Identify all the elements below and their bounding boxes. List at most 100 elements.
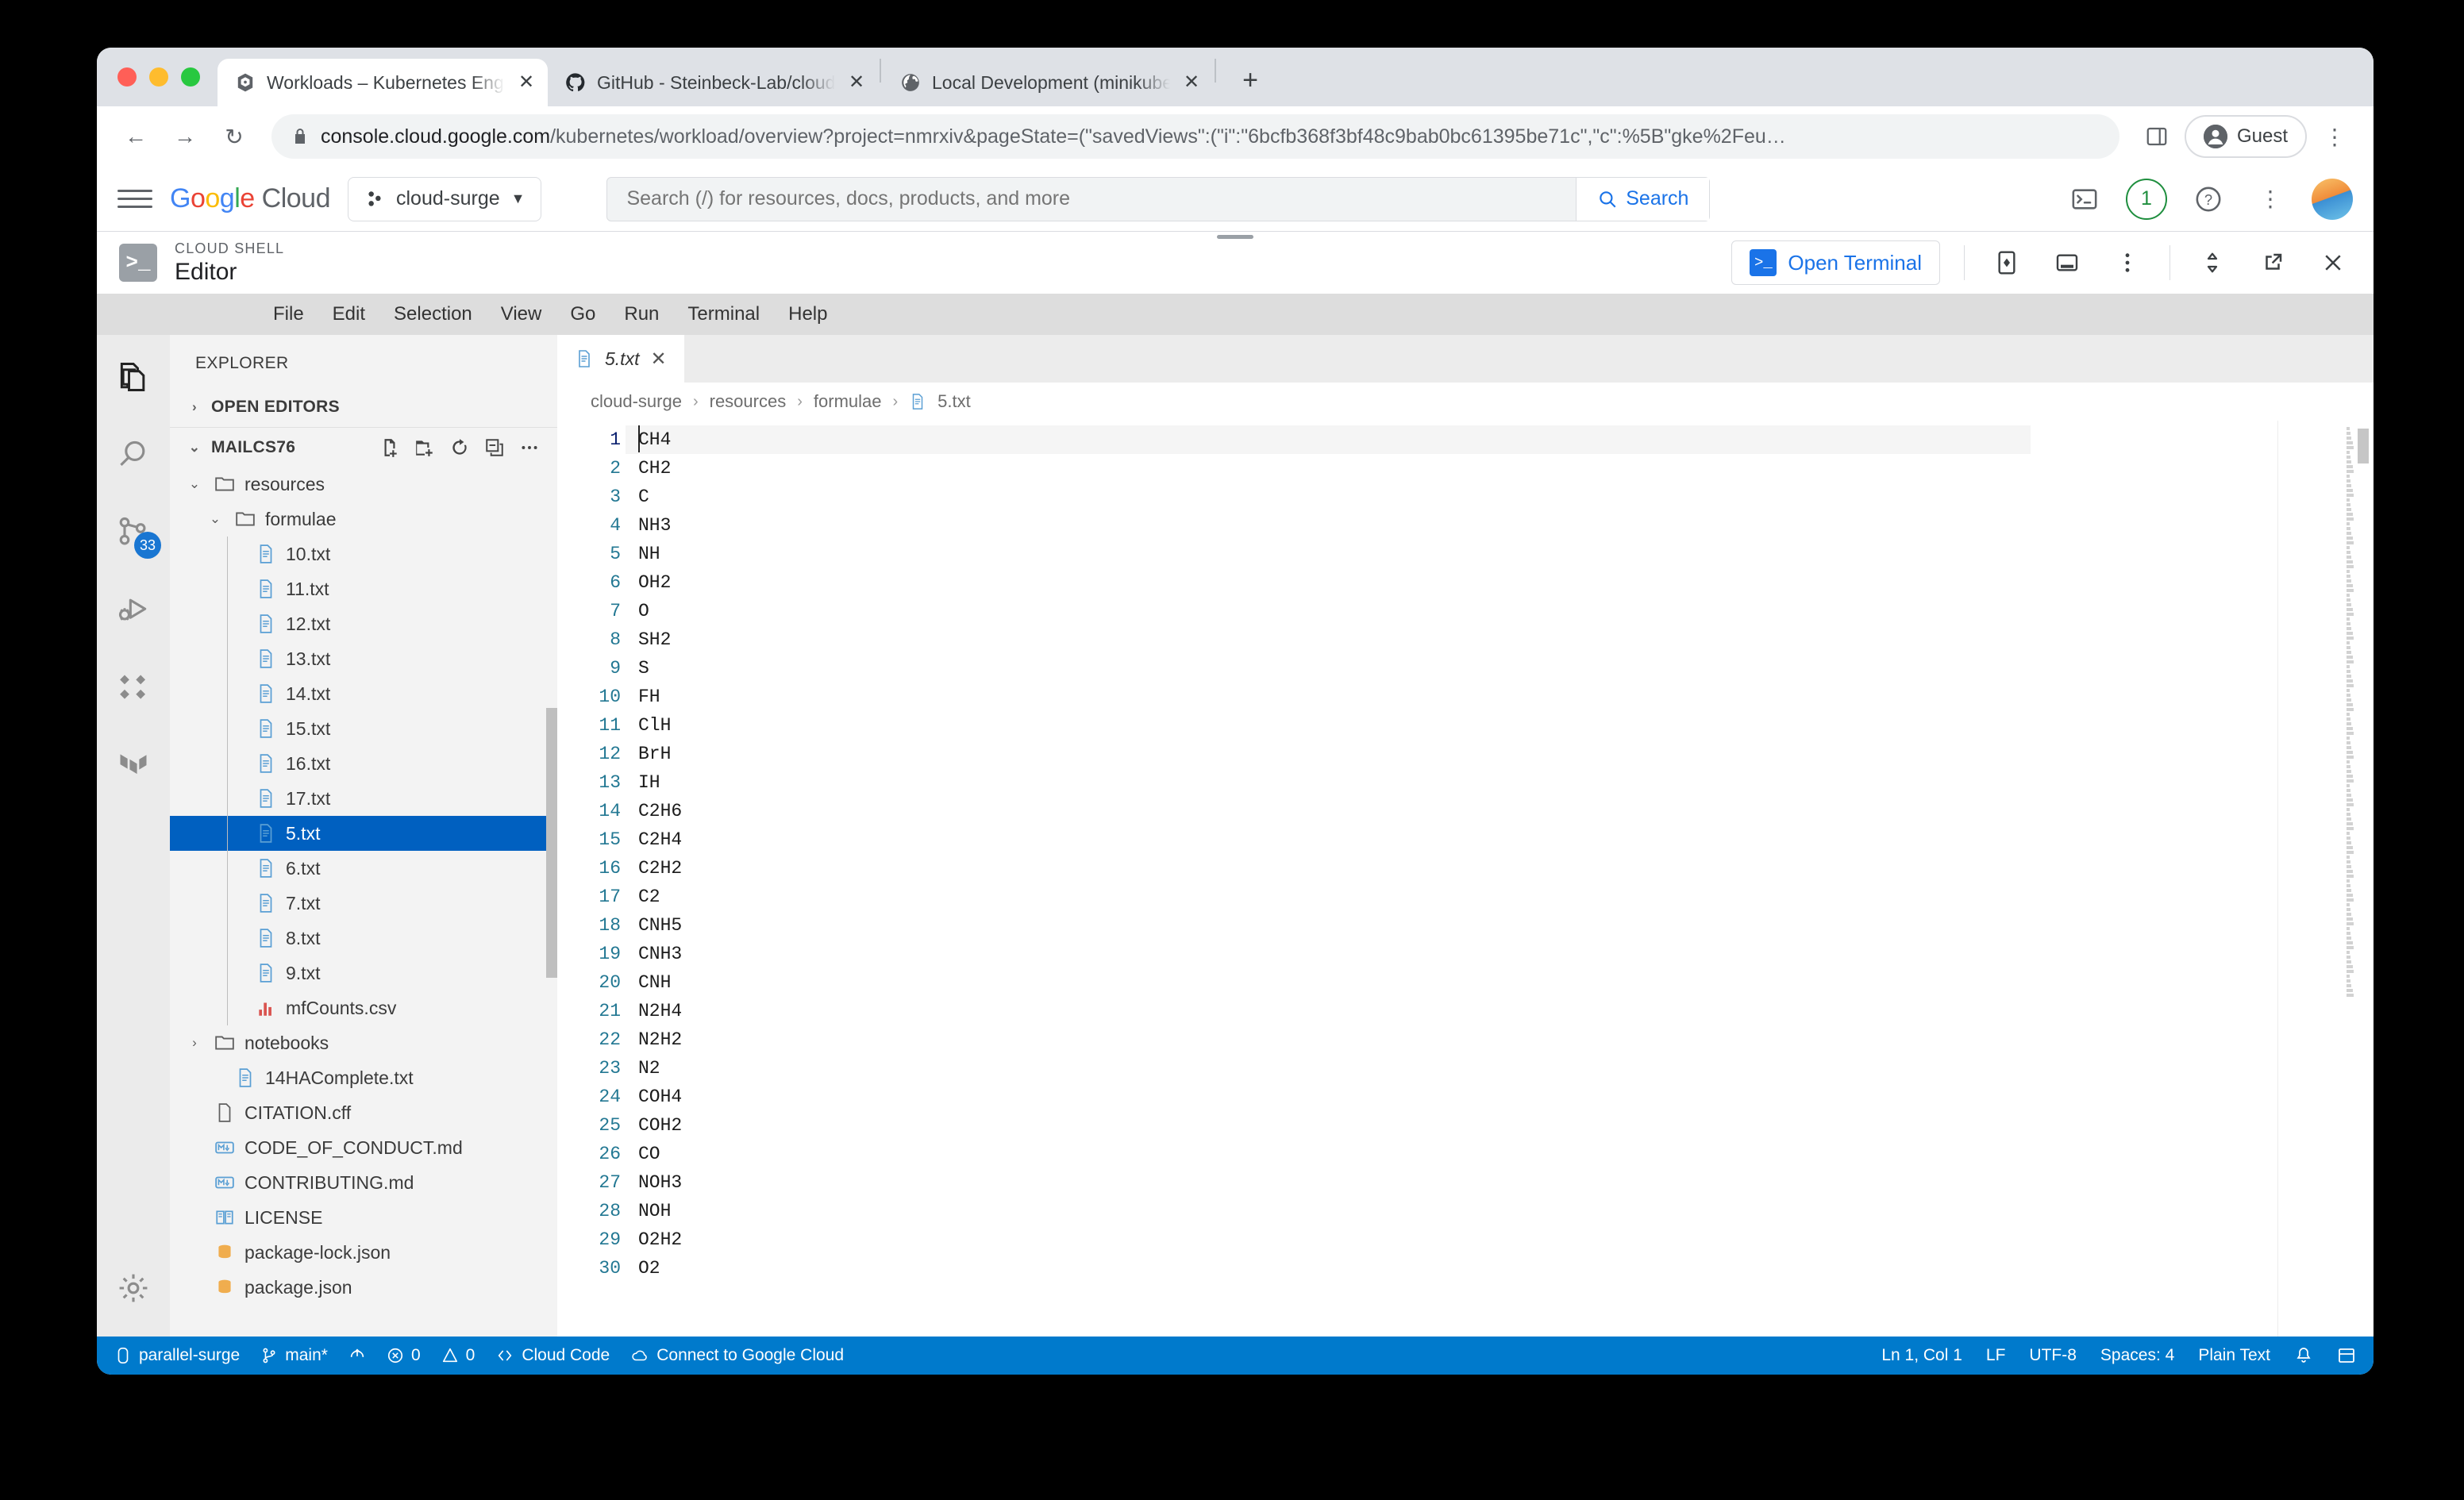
editor-tab-5txt[interactable]: 5.txt ✕ xyxy=(557,335,684,383)
back-button[interactable]: ← xyxy=(114,115,157,158)
code-line[interactable]: BrH xyxy=(626,740,2347,768)
breadcrumb-item-2[interactable]: formulae xyxy=(814,391,882,412)
search-icon[interactable] xyxy=(109,430,158,479)
close-tab-icon[interactable]: ✕ xyxy=(846,73,867,92)
code-line[interactable]: S xyxy=(626,654,2347,683)
maximize-window-button[interactable] xyxy=(181,67,200,87)
navigation-menu-icon[interactable] xyxy=(117,190,152,208)
tree-file[interactable]: package.json xyxy=(170,1270,557,1305)
code-line[interactable]: ClH xyxy=(626,711,2347,740)
tree-file[interactable]: CODE_OF_CONDUCT.md xyxy=(170,1130,557,1165)
status-eol[interactable]: LF xyxy=(1986,1346,2006,1365)
tree-file[interactable]: mfCounts.csv xyxy=(170,990,557,1025)
new-window-icon[interactable] xyxy=(2049,244,2085,281)
menu-edit[interactable]: Edit xyxy=(333,303,365,325)
status-warnings[interactable]: 0 xyxy=(441,1346,475,1365)
code-line[interactable]: O2 xyxy=(626,1254,2347,1283)
code-line[interactable]: CNH3 xyxy=(626,940,2347,968)
tree-file[interactable]: 17.txt xyxy=(170,781,557,816)
tree-file[interactable]: 14.txt xyxy=(170,676,557,711)
close-window-button[interactable] xyxy=(117,67,137,87)
side-panel-icon[interactable] xyxy=(2135,115,2178,158)
browser-tab-0[interactable]: Workloads – Kubernetes Engine ✕ xyxy=(218,59,548,106)
code-line[interactable]: C2 xyxy=(626,883,2347,911)
open-editors-section[interactable]: › OPEN EDITORS xyxy=(170,387,557,427)
status-branch[interactable]: main* xyxy=(260,1346,328,1365)
code-line[interactable]: C2H4 xyxy=(626,825,2347,854)
sidebar-scrollbar[interactable] xyxy=(546,708,557,978)
explorer-icon[interactable] xyxy=(109,352,158,402)
breadcrumb-item-3[interactable]: 5.txt xyxy=(937,391,971,412)
breadcrumb-item-0[interactable]: cloud-surge xyxy=(591,391,682,412)
close-icon[interactable] xyxy=(2315,244,2351,281)
menu-view[interactable]: View xyxy=(501,303,542,325)
code-line[interactable]: FH xyxy=(626,683,2347,711)
address-bar[interactable]: console.cloud.google.com/kubernetes/work… xyxy=(271,114,2119,159)
tree-file[interactable]: 7.txt xyxy=(170,886,557,921)
tree-file[interactable]: 12.txt xyxy=(170,606,557,641)
close-tab-icon[interactable]: ✕ xyxy=(516,73,537,92)
extensions-icon[interactable] xyxy=(109,663,158,713)
tree-folder[interactable]: › notebooks xyxy=(170,1025,557,1060)
terraform-icon[interactable] xyxy=(109,741,158,790)
more-actions-icon[interactable] xyxy=(519,437,540,458)
source-control-icon[interactable]: 33 xyxy=(109,508,161,559)
tree-file[interactable]: 9.txt xyxy=(170,956,557,990)
code-line[interactable]: IH xyxy=(626,768,2347,797)
panel-icon[interactable] xyxy=(2337,1346,2356,1365)
code-line[interactable]: N2H4 xyxy=(626,997,2347,1025)
code-line[interactable]: CH4 xyxy=(626,425,2031,454)
status-cursor-position[interactable]: Ln 1, Col 1 xyxy=(1881,1346,1962,1365)
menu-file[interactable]: File xyxy=(273,303,304,325)
browser-menu-button[interactable]: ⋮ xyxy=(2313,115,2356,158)
tree-file[interactable]: 13.txt xyxy=(170,641,557,676)
status-encoding[interactable]: UTF-8 xyxy=(2029,1346,2077,1365)
code-line[interactable]: COH2 xyxy=(626,1111,2347,1140)
expand-collapse-icon[interactable] xyxy=(2194,244,2231,281)
forward-button[interactable]: → xyxy=(164,115,206,158)
code-line[interactable]: NH3 xyxy=(626,511,2347,540)
new-file-icon[interactable] xyxy=(379,437,400,458)
status-indentation[interactable]: Spaces: 4 xyxy=(2100,1346,2174,1365)
gcp-search-bar[interactable]: Search xyxy=(606,176,1711,221)
open-terminal-button[interactable]: >_ Open Terminal xyxy=(1731,240,1940,285)
menu-help[interactable]: Help xyxy=(788,303,827,325)
settings-gear-icon[interactable] xyxy=(109,1263,158,1313)
close-tab-icon[interactable]: ✕ xyxy=(1181,73,1202,92)
code-line[interactable]: CNH xyxy=(626,968,2347,997)
minimap[interactable] xyxy=(2347,427,2354,1337)
code-editor[interactable]: 1 2 3 4 5 6 7 8 9 10 11 12 13 14 15 16 17 18 19 20 21 22 23 24 2… xyxy=(557,421,2374,1337)
menu-terminal[interactable]: Terminal xyxy=(687,303,760,325)
tree-file[interactable]: 11.txt xyxy=(170,571,557,606)
code-line[interactable]: O xyxy=(626,597,2347,625)
tree-file[interactable]: 5.txt xyxy=(170,816,557,851)
code-line[interactable]: COH4 xyxy=(626,1083,2347,1111)
tree-file[interactable]: package-lock.json xyxy=(170,1235,557,1270)
google-cloud-logo[interactable]: Google Cloud xyxy=(170,183,331,214)
tree-file[interactable]: 8.txt xyxy=(170,921,557,956)
profile-button[interactable]: Guest xyxy=(2184,115,2307,158)
code-line[interactable]: CO xyxy=(626,1140,2347,1168)
menu-run[interactable]: Run xyxy=(624,303,659,325)
collapse-all-icon[interactable] xyxy=(484,437,505,458)
tree-file[interactable]: 10.txt xyxy=(170,537,557,571)
bell-icon[interactable] xyxy=(2294,1346,2313,1365)
tree-file[interactable]: 6.txt xyxy=(170,851,557,886)
code-line[interactable]: OH2 xyxy=(626,568,2347,597)
status-connect-google-cloud[interactable]: Connect to Google Cloud xyxy=(630,1346,844,1365)
run-and-debug-icon[interactable] xyxy=(109,586,158,635)
open-new-icon[interactable] xyxy=(2254,244,2291,281)
tree-file[interactable]: 16.txt xyxy=(170,746,557,781)
code-line[interactable]: C xyxy=(626,483,2347,511)
more-vert-icon[interactable] xyxy=(2109,244,2146,281)
notification-badge[interactable]: 1 xyxy=(2126,178,2167,220)
more-options-icon[interactable]: ⋮ xyxy=(2250,179,2291,220)
help-icon[interactable]: ? xyxy=(2188,179,2229,220)
account-avatar[interactable] xyxy=(2312,178,2353,220)
code-lines[interactable]: CH4 CH2 C NH3 NH OH2 O SH2 S FH ClH BrH IH C2H6 C2H4 C2… xyxy=(626,421,2347,1337)
code-line[interactable]: N2H2 xyxy=(626,1025,2347,1054)
minimize-window-button[interactable] xyxy=(149,67,168,87)
status-sync[interactable] xyxy=(348,1347,366,1364)
status-cloud-code[interactable]: Cloud Code xyxy=(495,1346,610,1365)
tree-file[interactable]: CONTRIBUTING.md xyxy=(170,1165,557,1200)
